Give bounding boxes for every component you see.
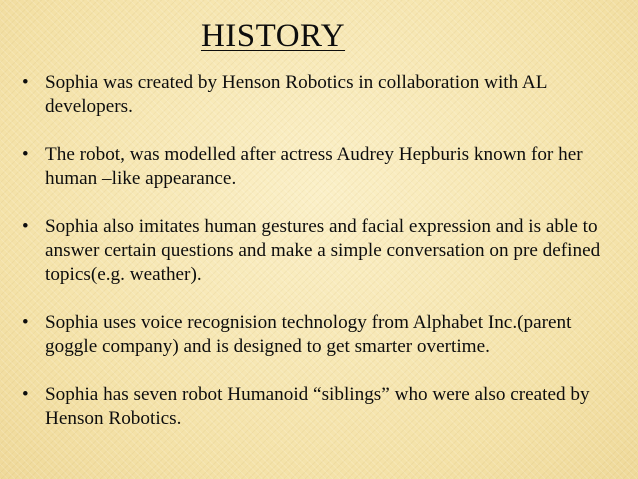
slide-title: HISTORY xyxy=(200,18,346,54)
bullet-item: • Sophia was created by Henson Robotics … xyxy=(22,71,622,119)
bullet-icon: • xyxy=(22,312,29,333)
bullet-item: • The robot, was modelled after actress … xyxy=(22,143,622,191)
bullet-text: Sophia also imitates human gestures and … xyxy=(45,216,601,285)
bullet-item: • Sophia also imitates human gestures an… xyxy=(22,215,622,287)
bullet-text: Sophia has seven robot Humanoid “sibling… xyxy=(45,384,590,429)
bullet-icon: • xyxy=(22,384,29,405)
bullet-text: Sophia was created by Henson Robotics in… xyxy=(45,72,547,117)
slide: HISTORY • Sophia was created by Henson R… xyxy=(0,0,638,479)
bullet-list: • Sophia was created by Henson Robotics … xyxy=(22,71,622,455)
bullet-text: The robot, was modelled after actress Au… xyxy=(45,144,583,189)
bullet-text: Sophia uses voice recognision technology… xyxy=(45,312,572,357)
bullet-item: • Sophia has seven robot Humanoid “sibli… xyxy=(22,383,622,431)
bullet-icon: • xyxy=(22,144,29,165)
bullet-icon: • xyxy=(22,72,29,93)
bullet-item: • Sophia uses voice recognision technolo… xyxy=(22,311,622,359)
bullet-icon: • xyxy=(22,216,29,237)
